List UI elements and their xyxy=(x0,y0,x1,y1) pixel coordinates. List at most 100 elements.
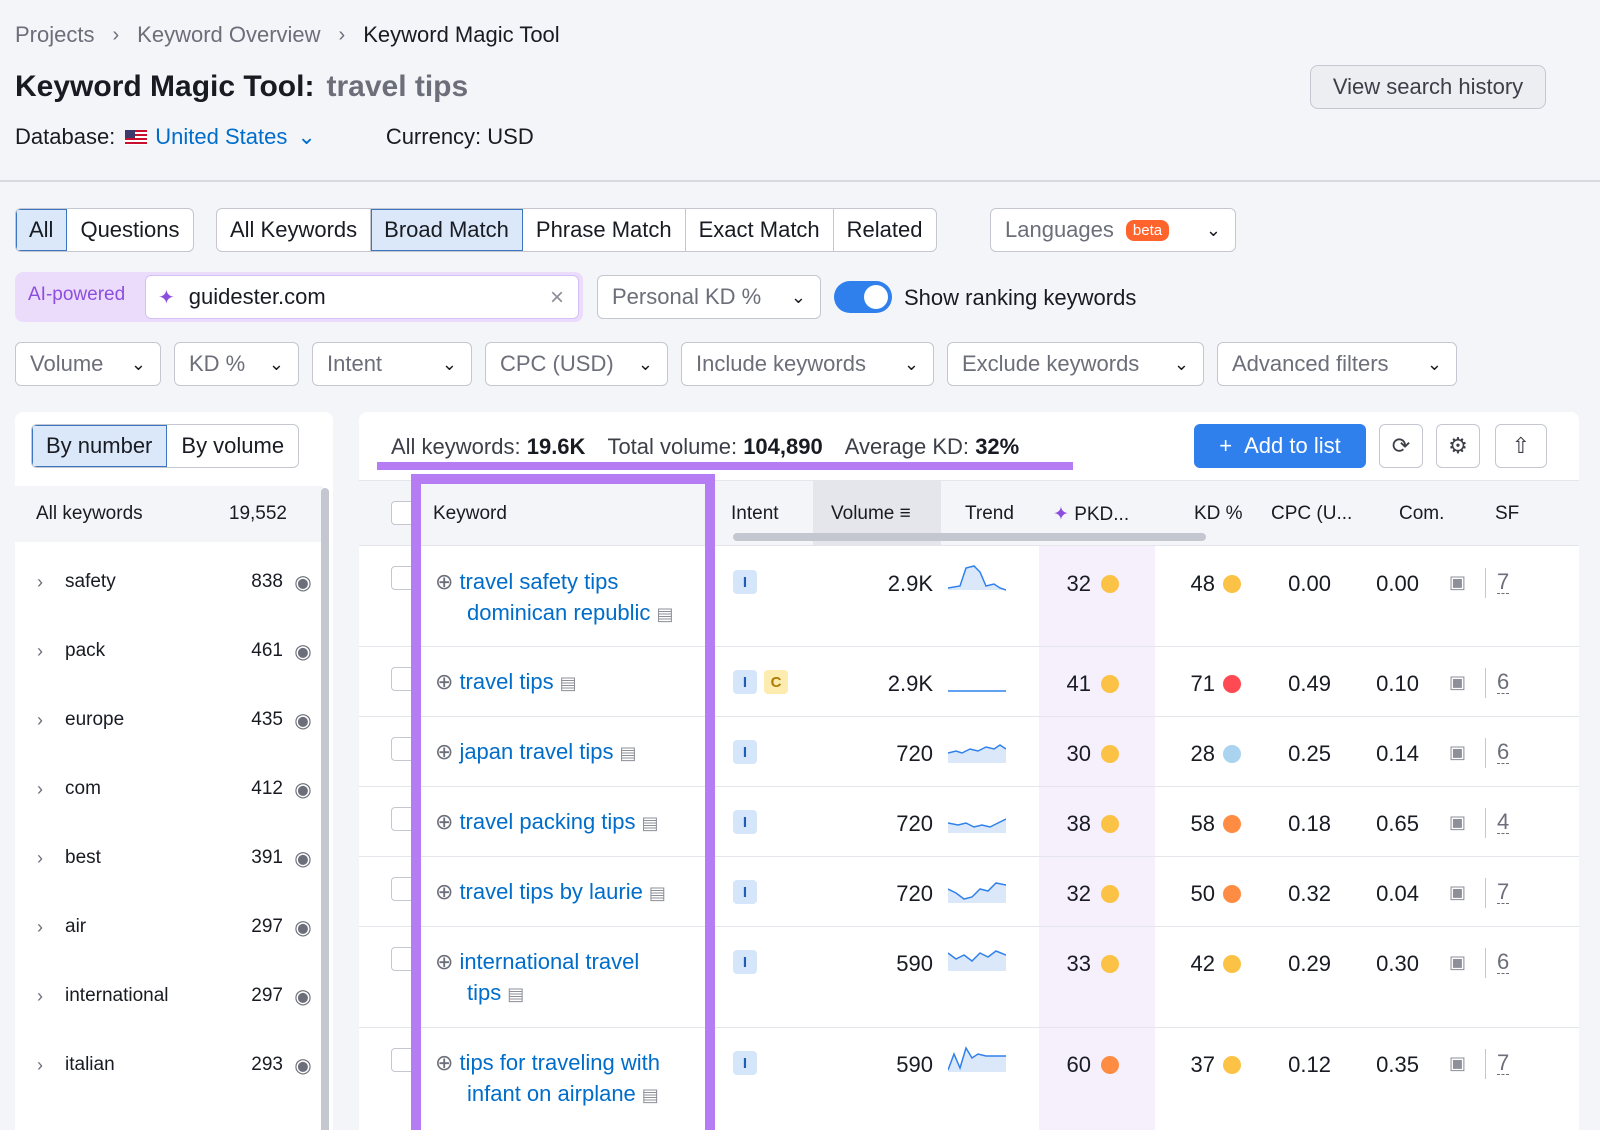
tab-broad-match[interactable]: Broad Match xyxy=(371,209,523,251)
row-checkbox[interactable] xyxy=(391,566,415,590)
groups-scrollbar[interactable] xyxy=(321,488,329,1130)
tab-all[interactable]: All xyxy=(16,209,68,251)
eye-icon[interactable]: ◉ xyxy=(283,846,323,871)
database-dropdown[interactable]: United States xyxy=(155,124,287,150)
column-cpc[interactable]: CPC (U... xyxy=(1271,503,1352,525)
sf-count[interactable]: 6 xyxy=(1497,671,1510,694)
group-item[interactable]: › safety 838 ◉ xyxy=(15,567,323,597)
filter-volume[interactable]: Volume ⌄ xyxy=(15,342,161,386)
breadcrumb-keyword-overview[interactable]: Keyword Overview xyxy=(137,22,320,48)
column-volume[interactable]: Volume ≡ xyxy=(831,503,911,525)
row-checkbox[interactable] xyxy=(391,1048,415,1072)
add-circle-icon[interactable]: ⊕ xyxy=(435,806,453,837)
keyword-link-continued[interactable]: tips xyxy=(467,980,501,1005)
column-sf[interactable]: SF xyxy=(1495,503,1519,525)
add-to-list-button[interactable]: + Add to list xyxy=(1194,424,1366,468)
chevron-right-icon[interactable]: › xyxy=(15,1055,65,1076)
filter-kd[interactable]: KD % ⌄ xyxy=(174,342,299,386)
add-circle-icon[interactable]: ⊕ xyxy=(435,566,453,597)
chevron-right-icon[interactable]: › xyxy=(15,710,65,731)
group-item[interactable]: › europe 435 ◉ xyxy=(15,705,323,735)
serp-features-icon[interactable]: ▣ xyxy=(1449,1053,1466,1074)
serp-icon[interactable]: ▤ xyxy=(620,743,637,763)
chevron-right-icon[interactable]: › xyxy=(15,641,65,662)
serp-features-icon[interactable]: ▣ xyxy=(1449,882,1466,903)
row-checkbox[interactable] xyxy=(391,947,415,971)
chevron-down-icon[interactable]: ⌄ xyxy=(297,124,315,150)
horizontal-scrollbar[interactable] xyxy=(733,533,1206,541)
group-item[interactable]: › best 391 ◉ xyxy=(15,843,323,873)
all-keywords-group[interactable]: All keywords 19,552 xyxy=(15,486,323,542)
add-circle-icon[interactable]: ⊕ xyxy=(435,736,453,767)
select-all-checkbox[interactable] xyxy=(391,501,415,525)
export-button[interactable]: ⇧ xyxy=(1495,424,1547,468)
group-item[interactable]: › com 412 ◉ xyxy=(15,774,323,804)
column-kd[interactable]: KD % xyxy=(1194,503,1243,525)
serp-features-icon[interactable]: ▣ xyxy=(1449,672,1466,693)
languages-dropdown[interactable]: Languages beta ⌄ xyxy=(990,208,1236,252)
serp-features-icon[interactable]: ▣ xyxy=(1449,812,1466,833)
keyword-link-continued[interactable]: infant on airplane xyxy=(467,1081,636,1106)
settings-button[interactable]: ⚙ xyxy=(1436,424,1480,468)
filter-cpc[interactable]: CPC (USD) ⌄ xyxy=(485,342,668,386)
chevron-right-icon[interactable]: › xyxy=(15,779,65,800)
keyword-link[interactable]: travel tips xyxy=(459,669,553,694)
serp-icon[interactable]: ▤ xyxy=(560,673,577,693)
filter-include-keywords[interactable]: Include keywords ⌄ xyxy=(681,342,934,386)
column-intent[interactable]: Intent xyxy=(731,503,779,525)
column-pkd[interactable]: ✦ PKD... xyxy=(1053,503,1129,526)
column-com[interactable]: Com. xyxy=(1399,503,1444,525)
tab-questions[interactable]: Questions xyxy=(67,209,192,251)
by-volume-button[interactable]: By volume xyxy=(167,425,298,467)
keyword-link-continued[interactable]: dominican republic xyxy=(467,600,650,625)
column-trend[interactable]: Trend xyxy=(965,503,1014,525)
row-checkbox[interactable] xyxy=(391,807,415,831)
filter-exclude-keywords[interactable]: Exclude keywords ⌄ xyxy=(947,342,1204,386)
sf-count[interactable]: 6 xyxy=(1497,951,1510,974)
serp-icon[interactable]: ▤ xyxy=(507,984,524,1004)
serp-icon[interactable]: ▤ xyxy=(642,1085,659,1105)
refresh-button[interactable]: ⟳ xyxy=(1379,424,1423,468)
eye-icon[interactable]: ◉ xyxy=(283,915,323,940)
sf-count[interactable]: 7 xyxy=(1497,571,1510,594)
row-checkbox[interactable] xyxy=(391,877,415,901)
eye-icon[interactable]: ◉ xyxy=(283,570,323,595)
group-item[interactable]: › pack 461 ◉ xyxy=(15,636,323,666)
row-checkbox[interactable] xyxy=(391,737,415,761)
keyword-link[interactable]: japan travel tips xyxy=(459,739,613,764)
personal-kd-dropdown[interactable]: Personal KD % ⌄ xyxy=(597,275,821,319)
filter-intent[interactable]: Intent ⌄ xyxy=(312,342,472,386)
eye-icon[interactable]: ◉ xyxy=(283,984,323,1009)
serp-features-icon[interactable]: ▣ xyxy=(1449,952,1466,973)
add-circle-icon[interactable]: ⊕ xyxy=(435,876,453,907)
tab-all-keywords[interactable]: All Keywords xyxy=(217,209,372,251)
chevron-right-icon[interactable]: › xyxy=(15,986,65,1007)
column-keyword[interactable]: Keyword xyxy=(433,503,507,525)
row-checkbox[interactable] xyxy=(391,667,415,691)
serp-icon[interactable]: ▤ xyxy=(642,813,659,833)
close-icon[interactable]: × xyxy=(550,284,564,312)
chevron-right-icon[interactable]: › xyxy=(15,848,65,869)
sf-count[interactable]: 6 xyxy=(1497,741,1510,764)
serp-icon[interactable]: ▤ xyxy=(649,883,666,903)
serp-icon[interactable]: ▤ xyxy=(656,604,673,624)
filter-advanced[interactable]: Advanced filters ⌄ xyxy=(1217,342,1457,386)
breadcrumb-projects[interactable]: Projects xyxy=(15,22,94,48)
chevron-right-icon[interactable]: › xyxy=(15,572,65,593)
eye-icon[interactable]: ◉ xyxy=(283,1053,323,1078)
view-search-history-button[interactable]: View search history xyxy=(1310,65,1546,109)
sf-count[interactable]: 7 xyxy=(1497,1052,1510,1075)
group-item[interactable]: › italian 293 ◉ xyxy=(15,1050,323,1080)
eye-icon[interactable]: ◉ xyxy=(283,777,323,802)
tab-exact-match[interactable]: Exact Match xyxy=(686,209,834,251)
tab-phrase-match[interactable]: Phrase Match xyxy=(523,209,686,251)
sf-count[interactable]: 4 xyxy=(1497,811,1510,834)
keyword-link[interactable]: travel packing tips xyxy=(459,809,635,834)
serp-features-icon[interactable]: ▣ xyxy=(1449,742,1466,763)
tab-related[interactable]: Related xyxy=(834,209,936,251)
add-circle-icon[interactable]: ⊕ xyxy=(435,666,453,697)
eye-icon[interactable]: ◉ xyxy=(283,639,323,664)
show-ranking-toggle[interactable] xyxy=(834,281,892,313)
group-item[interactable]: › air 297 ◉ xyxy=(15,912,323,942)
keyword-link[interactable]: travel tips by laurie xyxy=(459,879,642,904)
